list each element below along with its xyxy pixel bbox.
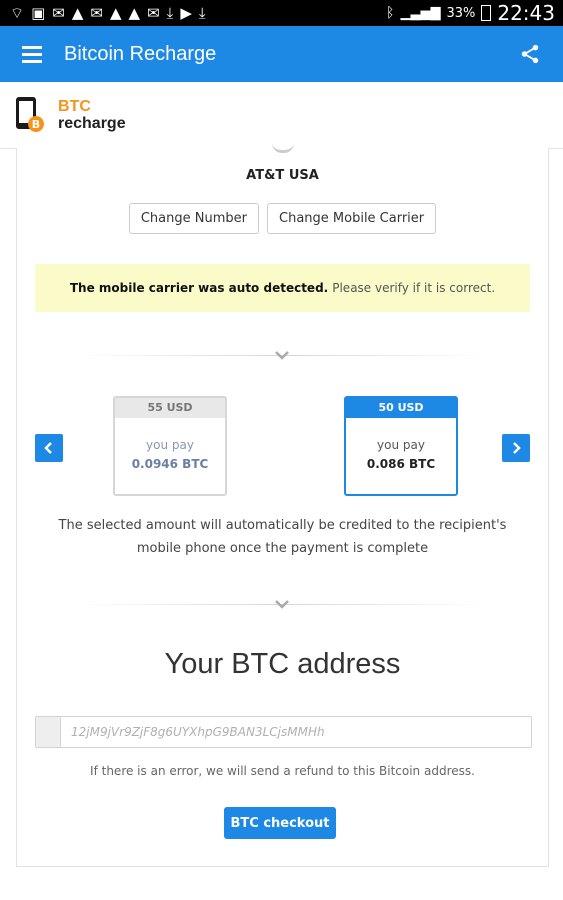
chevron-left-icon: [44, 442, 52, 454]
operator-logo-icon: [272, 142, 294, 153]
sim-icon: ▣: [31, 3, 46, 22]
plan-btc-amount: 0.086 BTC: [366, 457, 436, 471]
input-addon: [36, 717, 61, 747]
mail-icon: ✉: [147, 3, 160, 22]
change-number-button[interactable]: Change Number: [128, 203, 259, 234]
btc-recharge-logo-icon[interactable]: B: [14, 95, 48, 135]
download-icon: ⤓: [166, 3, 174, 22]
hamburger-menu-icon[interactable]: [22, 45, 50, 63]
btc-address-input-group: [35, 716, 532, 748]
notification-icons: ⌔ ▣ ✉ ▲ ✉ ▲ ▲ ✉ ⤓ ▶ ⤓: [0, 3, 206, 22]
app-bar: Bitcoin Recharge: [0, 26, 563, 82]
chevron-right-icon: [513, 442, 521, 454]
plan-btc-amount: 0.0946 BTC: [131, 457, 209, 471]
svg-text:B: B: [32, 118, 40, 131]
plan-value: 50 USD: [346, 398, 456, 418]
next-plans-button[interactable]: [502, 434, 530, 462]
site-header: B BTC recharge: [0, 82, 563, 149]
plan-pay-label: you pay: [146, 438, 194, 452]
bluetooth-icon: ᛒ: [386, 5, 395, 21]
share-icon[interactable]: [519, 43, 541, 65]
plan-option-selected[interactable]: 50 USD you pay 0.086 BTC: [344, 396, 458, 496]
plan-pay-label: you pay: [377, 438, 425, 452]
plan-option[interactable]: 55 USD you pay 0.0946 BTC: [113, 396, 227, 496]
youtube-icon: ▶: [180, 3, 192, 22]
chevron-down-icon: [275, 600, 289, 609]
refund-note: If there is an error, we will send a ref…: [90, 764, 475, 778]
change-carrier-button[interactable]: Change Mobile Carrier: [267, 203, 437, 234]
logo-line-btc: BTC: [58, 98, 91, 115]
status-bar: ⌔ ▣ ✉ ▲ ✉ ▲ ▲ ✉ ⤓ ▶ ⤓ ᛒ ▁▃▅▇ 33% 22:43: [0, 0, 563, 26]
wifi-icon: ⌔: [10, 3, 25, 22]
btc-address-input[interactable]: [61, 717, 531, 747]
clock: 22:43: [497, 1, 555, 25]
notice-text: Please verify if it is correct.: [332, 281, 496, 295]
operator-actions: Change Number Change Mobile Carrier: [17, 203, 548, 234]
system-icons: ᛒ ▁▃▅▇ 33% 22:43: [386, 1, 563, 25]
battery-icon: [481, 5, 492, 21]
alert-icon: ▲: [128, 3, 141, 22]
amount-info-line: mobile phone once the payment is complet…: [136, 541, 429, 556]
logo-wordmark[interactable]: BTC recharge: [58, 98, 126, 132]
previous-plans-button[interactable]: [35, 434, 63, 462]
operator-name: AT&T USA: [246, 168, 319, 183]
amount-info-line: The selected amount will automatically b…: [58, 518, 507, 533]
btc-address-heading: Your BTC address: [164, 648, 401, 680]
signal-icon: ▁▃▅▇: [400, 5, 441, 21]
notice-bold-text: The mobile carrier was auto detected.: [69, 281, 329, 295]
plan-value: 55 USD: [115, 398, 225, 418]
chevron-down-icon: [275, 351, 289, 360]
mail-icon: ✉: [90, 3, 103, 22]
logo-line-recharge: recharge: [58, 115, 126, 132]
battery-percent: 33%: [446, 5, 476, 21]
alert-icon: ▲: [71, 3, 84, 22]
alert-icon: ▲: [110, 3, 122, 22]
recharge-card: AT&T USA Change Number Change Mobile Car…: [16, 148, 549, 867]
carrier-detected-notice: The mobile carrier was auto detected. Pl…: [35, 264, 530, 312]
mail-icon: ✉: [52, 3, 65, 22]
amount-info-text: The selected amount will automatically b…: [47, 514, 518, 560]
download-icon: ⤓: [198, 3, 206, 22]
btc-checkout-button[interactable]: BTC checkout: [224, 807, 336, 839]
app-title: Bitcoin Recharge: [64, 42, 217, 65]
